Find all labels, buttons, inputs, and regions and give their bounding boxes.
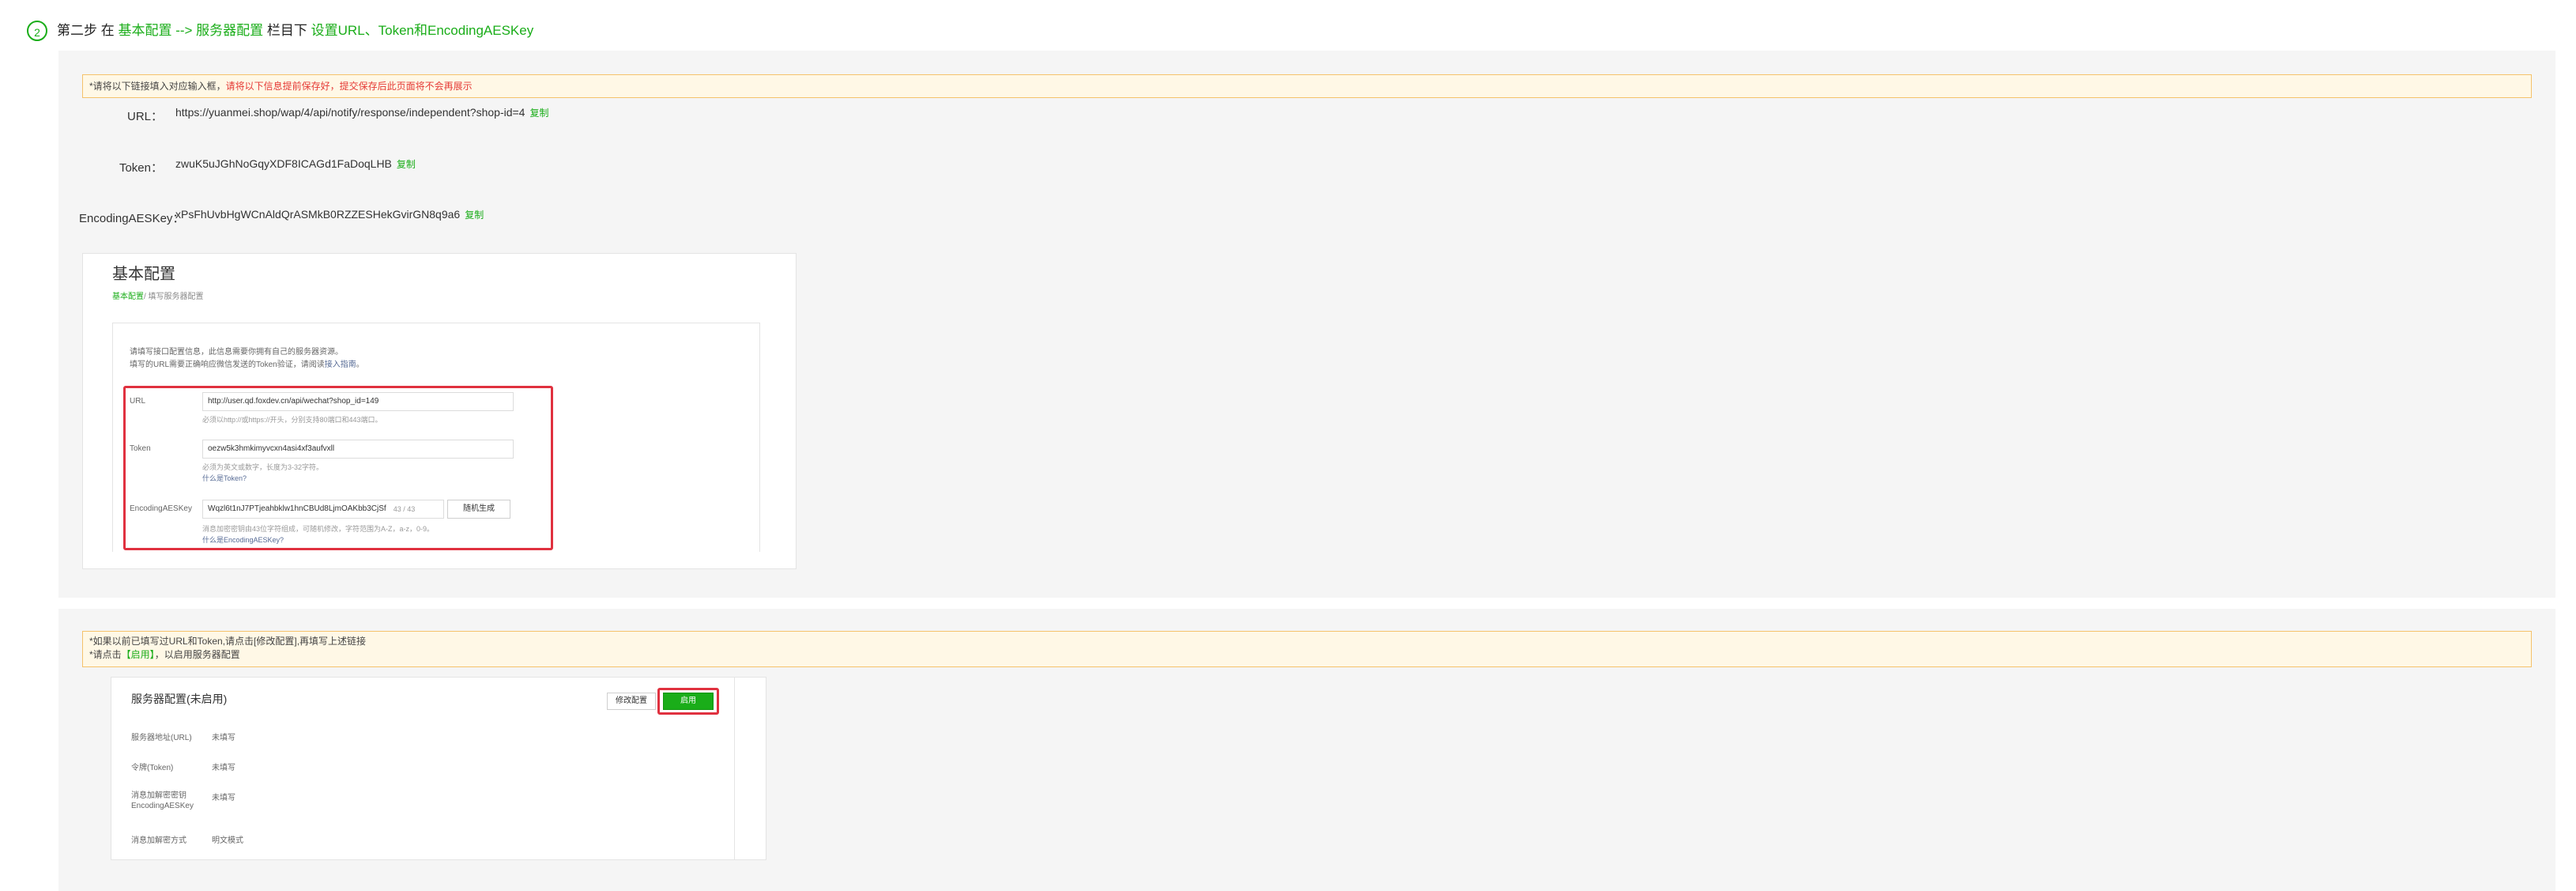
desc-line-1: 请填写接口配置信息，此信息需要你拥有自己的服务器资源。 (130, 348, 343, 357)
form-aes-label: EncodingAESKey (130, 504, 192, 513)
server-row-token-value: 未填写 (212, 764, 235, 772)
form-url-label: URL (130, 397, 146, 406)
notice-banner: *请将以下链接填入对应输入框，请将以下信息提前保存好，提交保存后此页面将不会再展… (82, 74, 2532, 98)
server-row-url-label: 服务器地址(URL) (131, 734, 192, 742)
notice2-prefix: *请点击 (89, 649, 122, 660)
notice-text: *请将以下链接填入对应输入框， (89, 81, 226, 92)
what-is-token-link[interactable]: 什么是Token? (202, 473, 247, 483)
server-config-title: 服务器配置(未启用) (131, 693, 228, 705)
copy-aes-button[interactable]: 复制 (465, 210, 484, 221)
desc-line-2: 填写的URL需要正确响应微信发送的Token验证，请阅读接入指南。 (130, 359, 364, 372)
server-row-url-value: 未填写 (212, 734, 235, 742)
server-row-aes-label-1: 消息加解密密钥 (131, 791, 186, 800)
enable-button[interactable]: 启用 (663, 693, 714, 710)
basic-config-breadcrumb: 基本配置/ 填写服务器配置 (112, 289, 204, 301)
notice2-line-2: *请点击【启用】，以启用服务器配置 (89, 648, 2525, 662)
step-mid: 栏目下 (266, 23, 307, 38)
copy-token-button[interactable]: 复制 (397, 159, 416, 170)
form-url-input[interactable]: http://user.qd.foxdev.cn/api/wechat?shop… (202, 392, 514, 411)
notice2-suffix: ，以启用服务器配置 (154, 649, 240, 660)
server-row-aes-label: 消息加解密密钥 EncodingAESKey (131, 791, 194, 811)
server-row-aes-value: 未填写 (212, 794, 235, 802)
token-label: Token： (119, 161, 163, 175)
breadcrumb-link[interactable]: 基本配置 (112, 293, 144, 301)
form-aes-value: Wqzl6t1nJ7PTjeahbklw1hnCBUd8LjmOAKbb3CjS… (208, 504, 386, 513)
notice2-enable-word: 【启用】 (121, 649, 155, 660)
aes-value[interactable]: xPsFhUvbHgWCnAldQrASMkB0RZZESHekGvirGN8q… (175, 208, 460, 221)
basic-config-title: 基本配置 (112, 266, 175, 283)
basic-config-desc: 请填写接口配置信息，此信息需要你拥有自己的服务器资源。 填写的URL需要正确响应… (130, 346, 364, 372)
form-token-input[interactable]: oezw5k3hmkimyvcxn4asi4xf3aufvxll (202, 440, 514, 459)
aes-label: EncodingAESKey： (79, 212, 185, 225)
url-label: URL： (126, 110, 163, 123)
server-row-mode-label: 消息加解密方式 (131, 836, 186, 845)
step-prefix: 第二步 在 (57, 23, 115, 38)
notice2-line-1: *如果以前已填写过URL和Token,请点击[修改配置],再填写上述链接 (89, 636, 367, 647)
url-value[interactable]: https://yuanmei.shop/wap/4/api/notify/re… (175, 106, 525, 119)
copy-url-button[interactable]: 复制 (529, 108, 548, 119)
token-row: zwuK5uJGhNoGqyXDF8ICAGd1FaDoqLHB 复制 (175, 157, 416, 171)
form-url-hint: 必须以http://或https://开头，分别支持80端口和443端口。 (202, 416, 382, 424)
server-row-aes-label-2: EncodingAESKey (131, 802, 194, 810)
form-aes-input[interactable]: Wqzl6t1nJ7PTjeahbklw1hnCBUd8LjmOAKbb3CjS… (202, 500, 444, 519)
step-action: 设置URL、Token和EncodingAESKey (311, 23, 534, 38)
token-value[interactable]: zwuK5uJGhNoGqyXDF8ICAGd1FaDoqLHB (175, 157, 392, 170)
random-generate-button[interactable]: 随机生成 (447, 500, 510, 519)
guide-link[interactable]: 接入指南 (325, 361, 356, 369)
step-path: 基本配置 --> 服务器配置 (118, 23, 264, 38)
modify-config-button[interactable]: 修改配置 (607, 693, 656, 710)
step-title: 第二步 在 基本配置 --> 服务器配置 栏目下 设置URL、Token和Enc… (57, 21, 533, 41)
form-token-label: Token (130, 444, 151, 453)
aes-row: xPsFhUvbHgWCnAldQrASMkB0RZZESHekGvirGN8q… (175, 208, 484, 221)
notice-warning-text: 请将以下信息提前保存好，提交保存后此页面将不会再展示 (225, 81, 473, 92)
form-aes-counter: 43 / 43 (393, 505, 416, 513)
notice-banner-2: *如果以前已填写过URL和Token,请点击[修改配置],再填写上述链接 *请点… (82, 631, 2532, 667)
step-number-badge: 2 (27, 21, 47, 41)
what-is-aes-link[interactable]: 什么是EncodingAESKey? (202, 534, 284, 545)
form-token-hint: 必须为英文或数字，长度为3-32字符。 (202, 463, 324, 471)
desc-line-2-suffix: 。 (356, 361, 364, 369)
desc-line-2-text: 填写的URL需要正确响应微信发送的Token验证，请阅读 (130, 361, 325, 369)
url-row: https://yuanmei.shop/wap/4/api/notify/re… (175, 106, 549, 119)
form-aes-hint: 消息加密密钥由43位字符组成，可随机修改，字符范围为A-Z，a-z，0-9。 (202, 525, 435, 533)
server-row-token-label: 令牌(Token) (131, 764, 174, 772)
server-row-mode-value: 明文模式 (212, 836, 243, 845)
breadcrumb-current: / 填写服务器配置 (144, 293, 204, 301)
